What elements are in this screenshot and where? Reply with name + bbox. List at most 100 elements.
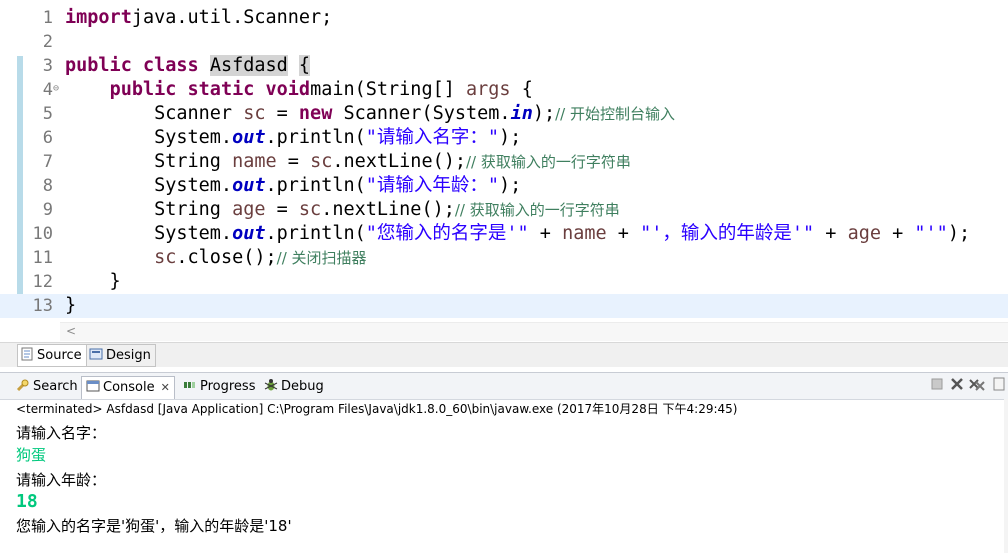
code-token: String xyxy=(65,199,233,220)
search-flashlight-icon xyxy=(16,378,30,392)
code-token: age xyxy=(847,223,881,244)
code-token: java.util.Scanner; xyxy=(131,7,333,28)
code-token: name xyxy=(562,223,607,244)
code-text: Scanner sc = new Scanner(System.in);// 开… xyxy=(65,102,675,126)
console-status: <terminated> Asfdasd [Java Application] … xyxy=(16,402,738,416)
line-number: 13 xyxy=(32,296,53,316)
code-text: } xyxy=(65,270,121,294)
line-number: 10 xyxy=(32,224,53,244)
tab-source[interactable]: Source xyxy=(17,344,87,367)
console-view-tabs: Search Console ✕ Progress Debug xyxy=(0,372,1008,400)
code-line[interactable]: 9 String age = sc.nextLine();// 获取输入的一行字… xyxy=(0,198,1008,222)
code-line[interactable]: 10 System.out.println("您输入的名字是'" + name … xyxy=(0,222,1008,246)
code-line[interactable]: 1 importjava.util.Scanner; xyxy=(0,6,1008,30)
code-token: System. xyxy=(65,223,233,244)
code-line[interactable]: 6 System.out.println("请输入名字："); xyxy=(0,126,1008,150)
code-token: sc xyxy=(310,151,333,172)
code-token: .println( xyxy=(265,127,366,148)
code-token: } xyxy=(65,295,77,316)
line-number: 12 xyxy=(32,272,53,292)
line-number: 1 xyxy=(42,8,53,28)
console-output-line: 18 xyxy=(16,491,38,512)
code-token: .println( xyxy=(265,223,366,244)
code-line[interactable]: 3 public class Asfdasd { xyxy=(0,54,1008,78)
code-token: sc xyxy=(298,199,322,220)
code-token: { xyxy=(510,79,533,100)
code-text: public class Asfdasd { xyxy=(65,54,311,78)
tab-design[interactable]: Design xyxy=(86,344,156,367)
line-number: 11 xyxy=(32,248,53,268)
code-token: .close(); xyxy=(176,247,277,268)
code-text: } xyxy=(65,294,76,318)
code-token: ); xyxy=(532,103,556,124)
console-output-line: 狗蛋 xyxy=(16,446,47,464)
code-line[interactable]: 5 Scanner sc = new Scanner(System.in);//… xyxy=(0,102,1008,126)
tab-debug[interactable]: Debug xyxy=(264,376,324,398)
remove-launch-icon[interactable] xyxy=(948,377,966,395)
code-token: class xyxy=(142,55,199,76)
code-token: .nextLine(); xyxy=(332,151,466,172)
code-token: = xyxy=(265,199,299,220)
code-line[interactable]: 13} xyxy=(0,294,1008,318)
code-token: = xyxy=(265,103,299,124)
code-token: Scanner xyxy=(65,103,244,124)
code-token: "请输入年龄：" xyxy=(365,175,500,196)
tab-progress[interactable]: Progress xyxy=(183,376,255,398)
code-token: ); xyxy=(499,127,522,148)
code-line[interactable]: 12 } xyxy=(0,270,1008,294)
scroll-left-arrow-icon[interactable]: < xyxy=(66,324,76,338)
code-token: String xyxy=(65,151,233,172)
tab-source-label: Source xyxy=(37,348,82,363)
tab-console[interactable]: Console ✕ xyxy=(81,376,175,399)
fold-toggle-icon[interactable]: ⊖ xyxy=(53,77,59,101)
code-token: "'" xyxy=(914,223,948,244)
code-text: public static voidmain(String[] args { xyxy=(65,78,533,102)
code-line[interactable]: 7 String name = sc.nextLine();// 获取输入的一行… xyxy=(0,150,1008,174)
code-token: public xyxy=(65,55,132,76)
tab-progress-label: Progress xyxy=(200,379,256,394)
tab-search[interactable]: Search xyxy=(16,376,78,398)
line-number: 2 xyxy=(42,32,53,52)
code-token: } xyxy=(65,271,121,292)
code-token: age xyxy=(232,199,266,220)
code-line[interactable]: 4 ⊖ public static voidmain(String[] args … xyxy=(0,78,1008,102)
line-number: 5 xyxy=(42,104,53,124)
code-token: + xyxy=(606,223,641,244)
code-token: = xyxy=(276,151,311,172)
code-token: + xyxy=(814,223,848,244)
code-token: "请输入名字：" xyxy=(365,127,500,148)
code-token: .println( xyxy=(265,175,366,196)
console-vertical-scrollbar[interactable] xyxy=(1004,399,1008,553)
code-token: // 关闭扫描器 xyxy=(276,249,367,267)
line-number: 6 xyxy=(42,128,53,148)
tab-design-label: Design xyxy=(106,348,151,363)
design-icon xyxy=(89,347,103,361)
line-number: 4 xyxy=(42,80,53,100)
code-token: // 开始控制台输入 xyxy=(555,105,676,123)
code-line[interactable]: 11 sc.close();// 关闭扫描器 xyxy=(0,246,1008,270)
close-console-icon[interactable]: ✕ xyxy=(161,381,170,394)
code-token: out xyxy=(232,223,266,244)
remove-all-icon[interactable] xyxy=(968,377,986,395)
code-token: .nextLine(); xyxy=(321,199,455,220)
code-token: out xyxy=(232,175,266,196)
editor-horizontal-scrollbar[interactable]: < xyxy=(60,322,1008,341)
code-line[interactable]: 2 xyxy=(0,30,1008,54)
stop-icon[interactable] xyxy=(928,377,946,395)
code-token: { xyxy=(298,55,311,76)
code-token: static xyxy=(187,79,255,100)
code-text: System.out.println("请输入年龄："); xyxy=(65,174,521,198)
code-token: void xyxy=(265,79,311,100)
console-icon xyxy=(86,379,100,393)
code-token: ); xyxy=(947,223,971,244)
code-editor[interactable]: 1 importjava.util.Scanner; 2 3 public class … xyxy=(0,0,1008,342)
code-text: sc.close();// 关闭扫描器 xyxy=(65,246,367,270)
tab-console-label: Console xyxy=(103,380,155,395)
code-line[interactable]: 8 System.out.println("请输入年龄："); xyxy=(0,174,1008,198)
line-number: 7 xyxy=(42,152,53,172)
view-menu-icon[interactable] xyxy=(990,377,1008,395)
